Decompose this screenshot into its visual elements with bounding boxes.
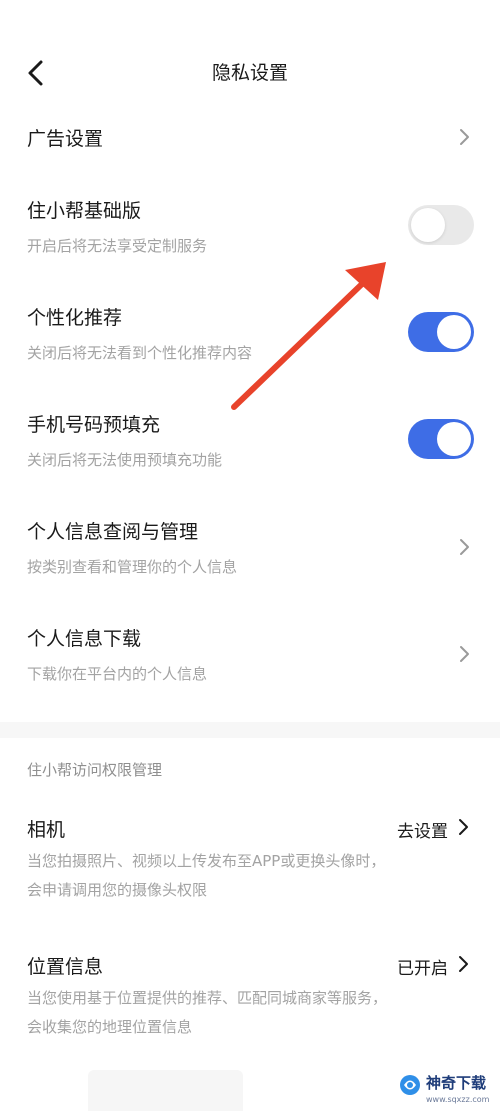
phone-prefill-label: 手机号码预填充 — [27, 414, 161, 436]
location-desc-line1: 当您使用基于位置提供的推荐、匹配同城商家等服务， — [27, 989, 388, 1007]
phone-prefill-toggle[interactable] — [408, 419, 474, 459]
camera-action[interactable]: 去设置 — [397, 817, 448, 842]
location-action[interactable]: 已开启 — [397, 954, 448, 979]
personalized-recommend-desc: 关闭后将无法看到个性化推荐内容 — [27, 344, 253, 362]
chevron-right-icon — [460, 539, 469, 555]
page-title: 隐私设置 — [211, 62, 288, 84]
row-camera-permission[interactable]: 相机 去设置 当您拍摄照片、视频以上传发布至APP或更换头像时， 会申请调用您的… — [0, 805, 500, 915]
phone-prefill-desc: 关闭后将无法使用预填充功能 — [27, 451, 223, 469]
basic-version-label: 住小帮基础版 — [27, 200, 142, 222]
chevron-right-icon — [459, 956, 468, 972]
info-query-label: 个人信息查阅与管理 — [27, 521, 199, 543]
basic-version-toggle[interactable] — [408, 205, 474, 245]
location-desc: 当您使用基于位置提供的推荐、匹配同城商家等服务， 会收集您的地理位置信息 — [27, 984, 477, 1042]
toggle-knob — [411, 208, 445, 242]
row-personalized-recommend: 个性化推荐 关闭后将无法看到个性化推荐内容 — [0, 292, 500, 372]
watermark-url: www.sqxzz.com — [426, 1095, 490, 1104]
info-download-label: 个人信息下载 — [27, 628, 142, 650]
camera-desc: 当您拍摄照片、视频以上传发布至APP或更换头像时， 会申请调用您的摄像头权限 — [27, 847, 477, 905]
personalized-recommend-label: 个性化推荐 — [27, 307, 123, 329]
permissions-section-title: 住小帮访问权限管理 — [27, 761, 163, 779]
toggle-knob — [437, 422, 471, 456]
watermark-icon — [400, 1075, 420, 1095]
location-desc-line2: 会收集您的地理位置信息 — [27, 1018, 193, 1036]
personalized-recommend-toggle[interactable] — [408, 312, 474, 352]
info-download-desc: 下载你在平台内的个人信息 — [27, 665, 208, 683]
chevron-right-icon — [460, 129, 469, 145]
toggle-knob — [437, 315, 471, 349]
bottom-bar-fragment — [88, 1070, 243, 1111]
nav-bar: 隐私设置 — [0, 0, 500, 120]
section-divider — [0, 722, 500, 738]
watermark-text: 神奇下载 — [426, 1074, 487, 1092]
row-info-download[interactable]: 个人信息下载 下载你在平台内的个人信息 — [0, 613, 500, 693]
basic-version-desc: 开启后将无法享受定制服务 — [27, 237, 208, 255]
camera-desc-line2: 会申请调用您的摄像头权限 — [27, 881, 208, 899]
row-basic-version: 住小帮基础版 开启后将无法享受定制服务 — [0, 185, 500, 265]
chevron-right-icon — [460, 646, 469, 662]
row-info-query[interactable]: 个人信息查阅与管理 按类别查看和管理你的个人信息 — [0, 506, 500, 586]
chevron-right-icon — [459, 819, 468, 835]
info-query-desc: 按类别查看和管理你的个人信息 — [27, 558, 238, 576]
row-ad-settings[interactable]: 广告设置 — [0, 110, 500, 165]
camera-label: 相机 — [27, 819, 66, 841]
camera-desc-line1: 当您拍摄照片、视频以上传发布至APP或更换头像时， — [27, 852, 386, 870]
location-label: 位置信息 — [27, 956, 104, 978]
ad-settings-label: 广告设置 — [27, 128, 104, 150]
row-location-permission[interactable]: 位置信息 已开启 当您使用基于位置提供的推荐、匹配同城商家等服务， 会收集您的地… — [0, 942, 500, 1052]
row-phone-prefill: 手机号码预填充 关闭后将无法使用预填充功能 — [0, 399, 500, 479]
watermark-logo: 神奇下载 www.sqxzz.com — [398, 1071, 500, 1111]
